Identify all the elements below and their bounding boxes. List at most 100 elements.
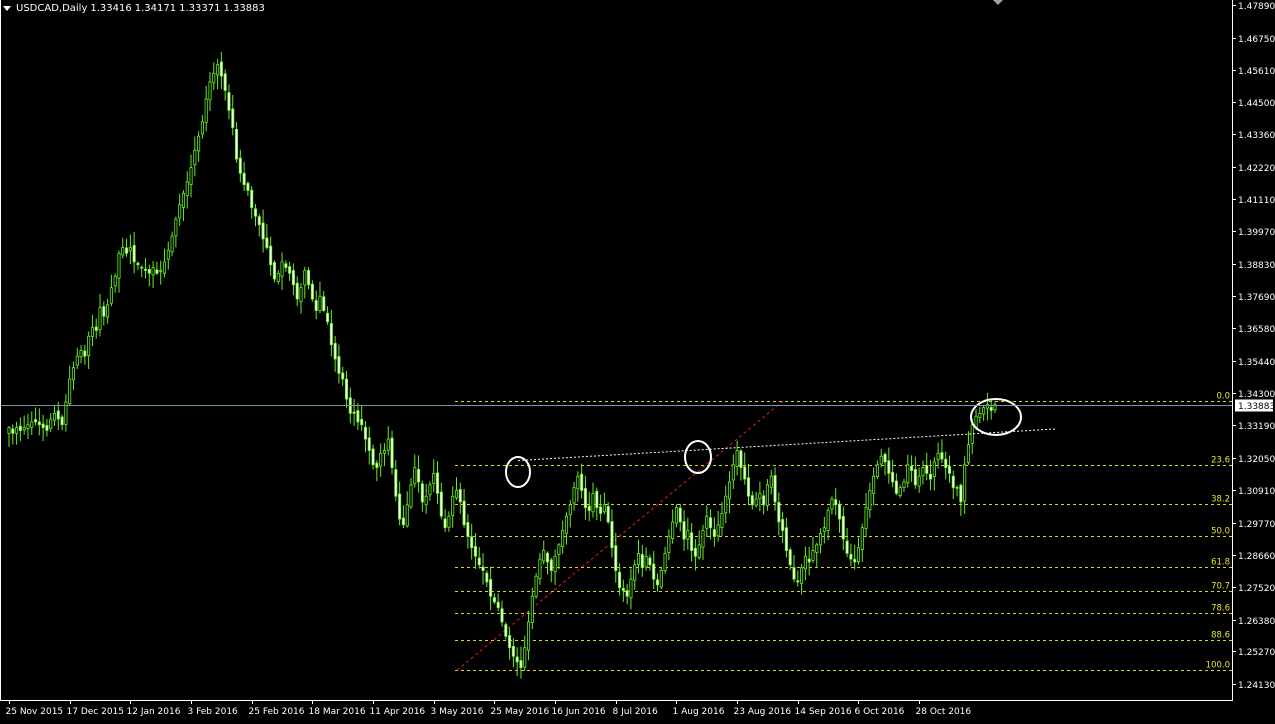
candle-body-bear [462,500,466,526]
dropdown-triangle-icon[interactable] [3,6,11,11]
candle-body-bull [523,647,527,668]
candle-body-bull [109,287,113,304]
y-tick-label: 1.44500 [1238,99,1275,109]
candle-body-bear [504,624,508,637]
candle-body-bear [326,312,330,323]
candle-body-bear [356,410,360,423]
candle-body-bull [902,481,906,488]
candle-body-bear [481,566,485,571]
candle-body-bull [591,492,595,513]
candle-body-bear [928,473,933,480]
y-tick-label: 1.36580 [1238,325,1275,335]
candle-body-bear [136,262,140,266]
x-tick-label: 25 Feb 2016 [249,707,305,717]
candle-body-bull [724,495,728,514]
candle-body-bear [242,172,246,186]
candle-body-bull [932,461,936,478]
candle-body-bull [280,261,284,277]
candle-body-bear [45,424,49,431]
candle-body-bull [906,464,910,484]
candle-body-bear [849,553,853,560]
candle-body-bear [322,296,326,311]
candle-body-bull [432,472,436,484]
candle-body-bull [875,464,879,478]
candle-body-bear [951,475,955,489]
candle-body-bear [777,501,781,523]
candle-body-bear [34,419,38,423]
candle-body-bull [982,407,986,415]
candle-body-bear [295,282,299,300]
candle-body-bear [690,532,694,551]
candle-body-bull [405,504,409,527]
candle-body-bull [667,535,671,554]
low-price: 1.33371 [179,3,221,14]
candle-body-bull [602,504,606,513]
candle-body-bear [219,61,223,77]
y-tick-label: 1.47890 [1238,2,1275,12]
candle-body-bull [663,553,667,572]
candle-body-bear [329,323,333,346]
fib-level-label: 78.6 [1211,604,1230,614]
candle-body-bull [75,355,79,366]
candle-body-bull [382,450,386,454]
candle-body-bull [731,464,735,481]
y-tick-label: 1.45610 [1238,67,1275,77]
candle-body-bull [30,421,34,428]
candle-body-bull [178,204,182,219]
x-tick-label: 3 May 2016 [431,707,484,717]
candle-body-bull [966,444,970,463]
candle-body-bull [113,275,117,287]
price-chart[interactable]: 0.0 23.6 38.2 50.0 61.8 70.7 78.6 88.6 100.0 1.3… [0,0,1275,724]
candle-body-bear [959,484,963,503]
candle-body-bear [549,559,553,571]
candle-body-bull [534,575,538,597]
candle-body-bull [52,412,57,421]
candle-body-bull [181,192,185,208]
candle-body-bear [261,222,265,240]
candle-body-bear [284,263,288,269]
candle-body-bear [955,486,959,489]
candle-body-bear [492,597,496,603]
candle-body-bull [428,484,432,496]
x-tick-label: 14 Sep 2016 [795,707,852,717]
candle-body-bear [894,480,898,494]
chart-window: 0.0 23.6 38.2 50.0 61.8 70.7 78.6 88.6 100.0 1.3… [0,0,1275,724]
candle-body-bull [303,270,307,286]
y-tick-label: 1.38830 [1238,261,1275,271]
candle-body-bear [625,590,629,597]
candle-body-bear [599,506,603,514]
candle-body-bear [371,448,375,466]
candle-body-bear [250,189,254,209]
candle-body-bear [223,73,227,91]
current-price-label: 1.33883 [1238,402,1275,412]
y-tick-label: 1.42220 [1238,164,1275,174]
candle-body-bear [337,356,341,374]
y-tick-label: 1.37690 [1238,293,1275,303]
symbol-timeframe: USDCAD,Daily [16,3,88,14]
candle-body-bear [272,262,276,280]
candle-body-bear [614,545,618,571]
candle-body-bull [644,555,648,568]
candle-body-bull [872,475,876,494]
candle-body-bear [466,522,470,537]
candle-body-bear [796,580,800,583]
candle-body-bear [155,269,159,274]
candle-body-bear [913,469,917,486]
candle [504,622,508,640]
candle-body-bear [401,517,405,526]
candle-body-bear [910,465,914,471]
candle [272,260,276,283]
candle-body-bear [784,527,788,551]
candle-body-bear [102,306,106,317]
candle-body-bull [174,218,178,237]
candle-body-bear [883,453,887,463]
candle-body-bear [743,466,747,480]
candle-body-bear [60,416,64,426]
candle-body-bear [269,245,273,266]
candle-body-bull [576,475,580,490]
candle-body-bear [375,462,379,469]
candle-body-bear [511,646,515,657]
high-price: 1.34171 [134,3,177,14]
candle-body-bear [363,426,368,440]
candle-body-bull [974,415,978,428]
